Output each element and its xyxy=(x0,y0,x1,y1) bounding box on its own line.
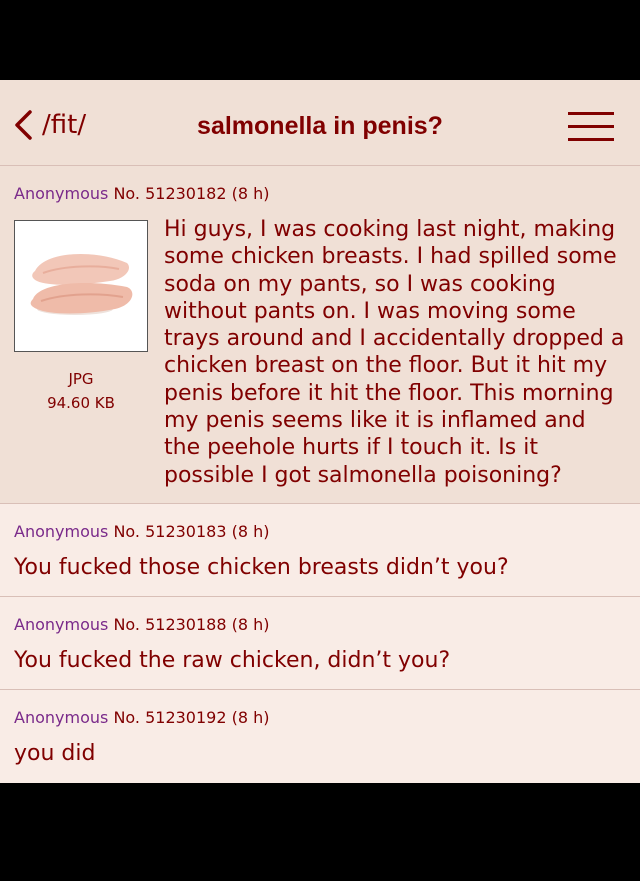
poster-name: Anonymous xyxy=(14,184,109,203)
top-bar: /fit/ salmonella in penis? xyxy=(0,80,640,166)
menu-button[interactable] xyxy=(568,110,614,144)
post-meta: Anonymous No. 51230182 (8 h) xyxy=(14,184,270,203)
file-type: JPG xyxy=(68,370,94,388)
hamburger-icon-line xyxy=(568,125,614,128)
thread-title: salmonella in penis? xyxy=(197,112,443,140)
post-meta: Anonymous No. 51230192 (8 h) xyxy=(14,708,270,727)
reply-post: Anonymous No. 51230183 (8 h) You fucked … xyxy=(0,504,640,597)
poster-name: Anonymous xyxy=(14,522,109,541)
chevron-left-icon xyxy=(15,110,32,140)
post-age: (8 h) xyxy=(231,184,270,203)
reply-post: Anonymous No. 51230192 (8 h) you did xyxy=(0,690,640,783)
file-size: 94.60 KB xyxy=(47,394,115,412)
post-comment: you did xyxy=(14,741,96,766)
post-meta: Anonymous No. 51230188 (8 h) xyxy=(14,615,270,634)
hamburger-icon-line xyxy=(568,112,614,115)
post-age: (8 h) xyxy=(231,522,270,541)
chicken-breast-image xyxy=(15,221,147,351)
hamburger-icon-line xyxy=(568,138,614,141)
post-comment: You fucked the raw chicken, didn’t you? xyxy=(14,648,451,673)
post-number[interactable]: No. 51230182 xyxy=(113,184,226,203)
poster-name: Anonymous xyxy=(14,708,109,727)
post-comment: You fucked those chicken breasts didn’t … xyxy=(14,555,509,580)
thread-view: /fit/ salmonella in penis? Anonymous No.… xyxy=(0,80,640,783)
reply-post: Anonymous No. 51230188 (8 h) You fucked … xyxy=(0,597,640,690)
post-age: (8 h) xyxy=(231,615,270,634)
post-number[interactable]: No. 51230192 xyxy=(113,708,226,727)
board-name: /fit/ xyxy=(42,110,87,140)
post-meta: Anonymous No. 51230183 (8 h) xyxy=(14,522,270,541)
back-button[interactable]: /fit/ xyxy=(12,108,102,142)
post-age: (8 h) xyxy=(231,708,270,727)
post-number[interactable]: No. 51230183 xyxy=(113,522,226,541)
post-number[interactable]: No. 51230188 xyxy=(113,615,226,634)
poster-name: Anonymous xyxy=(14,615,109,634)
post-thumbnail[interactable] xyxy=(14,220,148,352)
post-comment: Hi guys, I was cooking last night, makin… xyxy=(164,217,625,488)
op-post: Anonymous No. 51230182 (8 h) JPG 94.60 K… xyxy=(0,167,640,504)
